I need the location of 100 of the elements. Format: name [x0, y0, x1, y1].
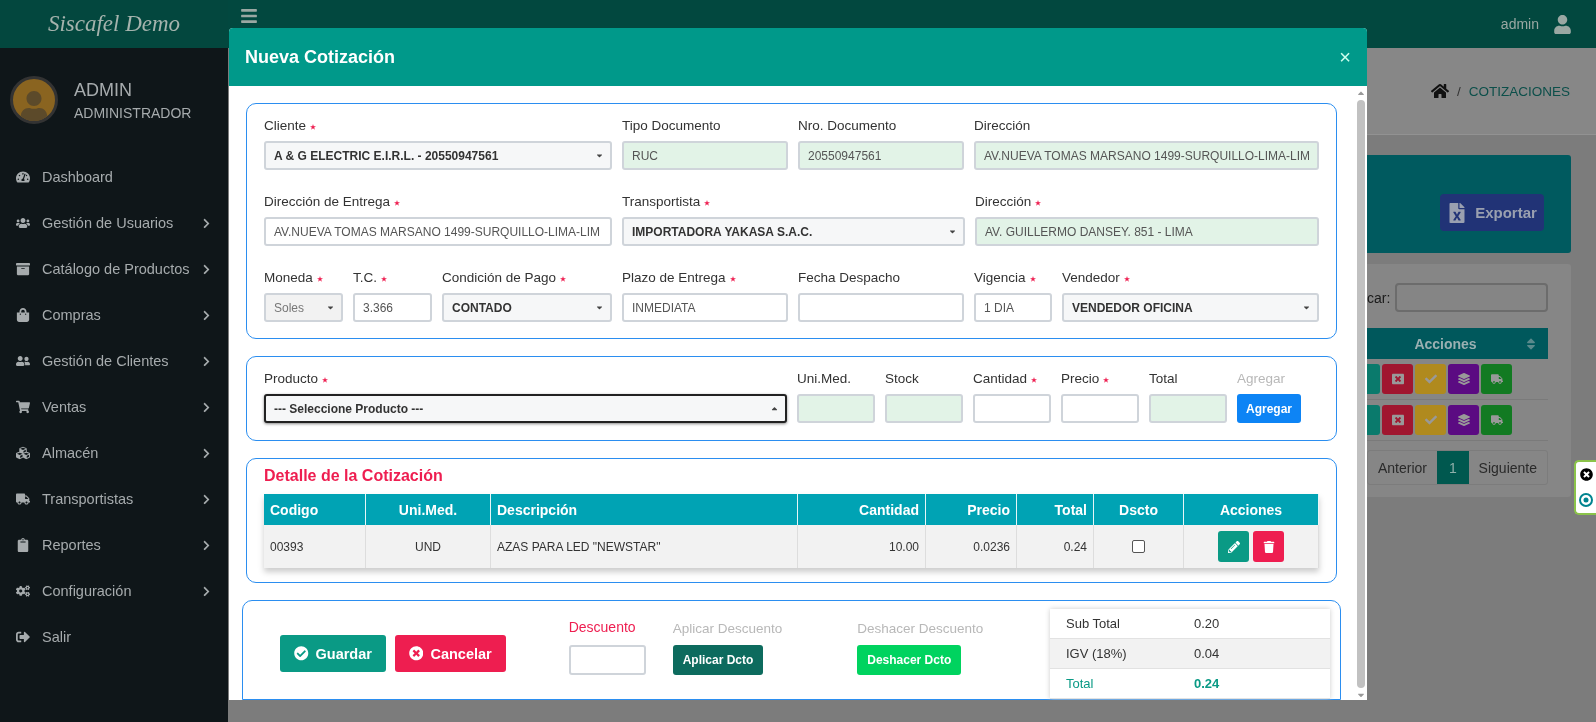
- sidebar-item[interactable]: Gestión de Usuarios: [0, 200, 228, 246]
- input-field[interactable]: AV. GUILLERMO DANSEY. 851 - LIMA: [975, 217, 1319, 246]
- badge-icon[interactable]: [1579, 493, 1593, 507]
- brand-logo[interactable]: Siscafel Demo: [0, 0, 228, 48]
- home-icon[interactable]: [1430, 82, 1449, 100]
- input-field[interactable]: [798, 293, 964, 322]
- layers-button[interactable]: [1448, 405, 1479, 435]
- field-label: Deshacer Descuento: [857, 619, 984, 637]
- close-icon: [1391, 414, 1404, 426]
- close-icon[interactable]: [1579, 468, 1593, 481]
- field-label: T.C.: [353, 268, 387, 286]
- pagination-item[interactable]: Siguiente: [1468, 451, 1547, 484]
- field-label: Total: [1149, 369, 1178, 387]
- column-header: Cantidad: [798, 494, 926, 525]
- sidebar-item[interactable]: Compras: [0, 292, 228, 338]
- field-label: Aplicar Descuento: [672, 619, 783, 637]
- table-cell: 0.24: [1017, 525, 1094, 568]
- input-field[interactable]: INMEDIATA: [622, 293, 788, 322]
- apply-button[interactable]: Aplicar Dcto: [672, 645, 764, 675]
- input-field[interactable]: [568, 645, 646, 675]
- sidebar-item[interactable]: Gestión de Clientes: [0, 338, 228, 384]
- truck-button[interactable]: [1481, 364, 1512, 394]
- check-button[interactable]: [1415, 364, 1446, 394]
- user-name[interactable]: admin: [1500, 16, 1539, 32]
- pencil-icon: [1227, 540, 1240, 553]
- delete-button[interactable]: [1253, 531, 1284, 562]
- select-field[interactable]: --- Seleccione Producto ---: [264, 394, 787, 423]
- chevron-icon: [201, 401, 212, 413]
- field-label: Dirección: [975, 192, 1042, 210]
- chevron-icon: [201, 585, 212, 597]
- field-label: Stock: [885, 369, 919, 387]
- sidebar-item[interactable]: Reportes: [0, 522, 228, 568]
- caret-icon: [948, 227, 957, 236]
- close-button[interactable]: [1382, 364, 1413, 394]
- field-label: Agregar: [1237, 369, 1286, 387]
- input-field[interactable]: [973, 394, 1051, 423]
- table-cell: 00393: [264, 525, 366, 568]
- close-icon: [408, 646, 424, 661]
- input-field[interactable]: [885, 394, 963, 423]
- select-field[interactable]: IMPORTADORA YAKASA S.A.C.: [622, 217, 965, 246]
- field-label: Cantidad: [973, 369, 1038, 387]
- pagination-item[interactable]: 1: [1437, 451, 1469, 484]
- sidebar-item[interactable]: Almacén: [0, 430, 228, 476]
- cancel-button[interactable]: Cancelar: [394, 635, 506, 672]
- sidebar-item[interactable]: Configuración: [0, 568, 228, 614]
- sidebar-item[interactable]: Ventas: [0, 384, 228, 430]
- input-field[interactable]: AV.NUEVA TOMAS MARSANO 1499-SURQUILLO-LIMA-LIM: [264, 217, 612, 246]
- export-button[interactable]: Exportar: [1440, 194, 1544, 231]
- table-cell: AZAS PARA LED "NEWSTAR": [491, 525, 798, 568]
- add-button[interactable]: Agregar: [1237, 394, 1301, 423]
- input-field[interactable]: [1149, 394, 1227, 423]
- input-field[interactable]: 3.366: [353, 293, 432, 322]
- sidebar-item[interactable]: Catálogo de Productos: [0, 246, 228, 292]
- column-header: Precio: [926, 494, 1017, 525]
- field-label: Plazo de Entrega: [622, 268, 736, 286]
- section-title: Detalle de la Cotización: [264, 467, 444, 485]
- chevron-icon: [201, 309, 212, 321]
- sidebar-item[interactable]: Transportistas: [0, 476, 228, 522]
- input-field[interactable]: [797, 394, 875, 423]
- select-field[interactable]: VENDEDOR OFICINA: [1062, 293, 1319, 322]
- check-icon: [1424, 373, 1437, 385]
- input-field[interactable]: AV.NUEVA TOMAS MARSANO 1499-SURQUILLO-LIMA-LIM: [974, 141, 1319, 170]
- checkbox[interactable]: [1132, 540, 1145, 553]
- field-label: Dirección de Entrega: [264, 192, 401, 210]
- save-button[interactable]: Guardar: [280, 635, 386, 672]
- sort-icon[interactable]: [1524, 336, 1538, 351]
- input-field[interactable]: 1 DIA: [974, 293, 1052, 322]
- column-header: Descripción: [491, 494, 798, 525]
- check-button[interactable]: [1415, 405, 1446, 435]
- table-cell: 0.0236: [926, 525, 1017, 568]
- chevron-icon: [201, 355, 212, 367]
- menu-icon[interactable]: [240, 7, 258, 25]
- truck-button[interactable]: [1481, 405, 1512, 435]
- chevron-icon: [201, 263, 212, 275]
- edit-button[interactable]: [1218, 531, 1249, 562]
- user-icon[interactable]: [1553, 14, 1572, 34]
- total-value: 0.24: [1194, 676, 1221, 691]
- sidebar-item[interactable]: Salir: [0, 614, 228, 660]
- input-field[interactable]: 20550947561: [798, 141, 964, 170]
- column-header: Codigo: [264, 494, 366, 525]
- select-field[interactable]: A & G ELECTRIC E.I.R.L. - 20550947561: [264, 141, 612, 170]
- chevron-icon: [201, 447, 212, 459]
- field-label: Fecha Despacho: [798, 268, 901, 286]
- side-widget[interactable]: [1574, 460, 1596, 515]
- layers-icon: [1457, 414, 1470, 426]
- table-header: Acciones: [1367, 328, 1548, 359]
- pagination-item[interactable]: Anterior: [1368, 451, 1438, 484]
- total-label: IGV (18%): [1066, 646, 1128, 661]
- total-value: 0.04: [1194, 646, 1221, 661]
- sidebar-item[interactable]: Dashboard: [0, 154, 228, 200]
- field-label: Producto: [264, 369, 329, 387]
- select-field[interactable]: CONTADO: [442, 293, 612, 322]
- input-field[interactable]: RUC: [622, 141, 788, 170]
- field-label: Precio: [1061, 369, 1110, 387]
- search-field[interactable]: [1395, 283, 1548, 312]
- input-field[interactable]: [1061, 394, 1139, 423]
- table-cell: 10.00: [798, 525, 926, 568]
- field-label: Uni.Med.: [797, 369, 852, 387]
- close-button[interactable]: [1382, 405, 1413, 435]
- layers-button[interactable]: [1448, 364, 1479, 394]
